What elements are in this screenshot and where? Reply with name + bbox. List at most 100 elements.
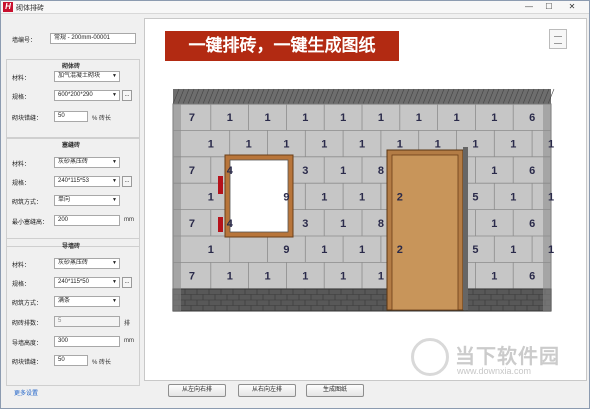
- brick-number-label: 1: [321, 244, 327, 256]
- brick-number-label: 1: [491, 218, 497, 230]
- brick-number-label: 4: [227, 165, 234, 177]
- wall-id-label: 墙编号：: [12, 38, 37, 44]
- brick-number-label: 5: [472, 191, 478, 203]
- masonry-group-title: 砌体砖: [61, 64, 80, 70]
- brick-number-label: 8: [378, 165, 384, 177]
- generate-drawing-button[interactable]: 生成图纸: [306, 384, 364, 397]
- watermark-url: www.downxia.com: [457, 366, 532, 376]
- brick-number-label: 1: [435, 139, 441, 151]
- brick-number-label: 1: [548, 139, 554, 151]
- close-button[interactable]: ✕: [559, 2, 585, 12]
- brick-number-label: 7: [189, 165, 195, 177]
- wall-id-row: 墙编号： 常规 - 200mm-00001: [4, 33, 142, 45]
- guide-material-select[interactable]: 灰砂蒸压砖 ▼: [54, 258, 120, 269]
- masonry-offset-label: 砌块错缝：: [12, 116, 43, 122]
- left-edge-shade: [173, 104, 181, 311]
- guide-spec-browse-button[interactable]: ...: [122, 277, 132, 288]
- masonry-offset-unit: % 砖长: [92, 116, 112, 122]
- app-logo-icon: H: [3, 2, 13, 12]
- top-spec-select[interactable]: 240*115*53 ▼: [54, 176, 120, 187]
- guide-offset-input[interactable]: 50: [54, 355, 88, 366]
- brick-number-label: 1: [302, 271, 308, 283]
- brick-number-label: 1: [321, 139, 327, 151]
- brick-number-label: 1: [302, 112, 308, 124]
- guide-spec-select[interactable]: 240*115*50 ▼: [54, 277, 120, 288]
- masonry-offset-input[interactable]: 50: [54, 111, 88, 122]
- brick-number-label: 1: [321, 191, 327, 203]
- brick-number-label: 1: [265, 112, 271, 124]
- brick-number-label: 6: [529, 271, 535, 283]
- brick-number-label: 1: [340, 271, 346, 283]
- brick-number-label: 1: [227, 271, 233, 283]
- brick-number-label: 1: [548, 191, 554, 203]
- brick-number-label: 6: [529, 218, 535, 230]
- guide-offset-label: 砌块错缝：: [12, 360, 43, 366]
- right-edge-shade: [543, 104, 551, 311]
- top-brick-group-title: 塞缝砖: [61, 143, 80, 149]
- chevron-down-icon: ▼: [112, 178, 117, 184]
- brick-number-label: 5: [472, 244, 478, 256]
- brick-number-label: 4: [227, 218, 234, 230]
- masonry-spec-select[interactable]: 600*200*290 ▼: [54, 90, 120, 101]
- top-method-row: 砌筑方式： 单向 ▼: [4, 195, 142, 207]
- brick-number-label: 1: [340, 218, 346, 230]
- guide-rows-input[interactable]: 5: [54, 316, 120, 327]
- brick-number-label: 1: [208, 139, 214, 151]
- more-settings-link[interactable]: 更多设置: [14, 388, 38, 397]
- arrange-left-to-right-button[interactable]: 从左向右排: [168, 384, 226, 397]
- brick-number-label: 1: [208, 191, 214, 203]
- brick-number-label: 1: [548, 244, 554, 256]
- preview-canvas: 一键排砖，一键生成图纸 711111111611111111117431 8 1…: [144, 18, 587, 381]
- guide-material-row: 材料： 灰砂蒸压砖 ▼: [4, 258, 142, 270]
- guide-rows-unit: 排: [124, 321, 131, 327]
- guide-spec-label: 规格：: [12, 282, 31, 288]
- top-method-select[interactable]: 单向 ▼: [54, 195, 120, 206]
- brick-number-label: 2: [397, 244, 403, 256]
- brick-number-label: 1: [378, 271, 384, 283]
- arrange-right-to-left-button[interactable]: 从右向左排: [238, 384, 296, 397]
- maximize-button[interactable]: ☐: [541, 2, 557, 12]
- masonry-spec-browse-button[interactable]: ...: [122, 90, 132, 101]
- brick-number-label: 1: [472, 139, 478, 151]
- chevron-down-icon: ▼: [112, 298, 117, 304]
- brick-number-label: 1: [416, 112, 422, 124]
- masonry-material-select[interactable]: 加气混凝土砌块 ▼: [54, 71, 120, 82]
- brick-number-label: 1: [510, 244, 516, 256]
- top-material-row: 材料： 灰砂蒸压砖 ▼: [4, 157, 142, 169]
- top-material-select[interactable]: 灰砂蒸压砖 ▼: [54, 157, 120, 168]
- watermark: 当下软件园 www.downxia.com: [411, 336, 571, 396]
- brick-number-label: 8: [378, 218, 384, 230]
- brick-number-label: 7: [189, 112, 195, 124]
- guide-brick-group-title: 导墙砖: [61, 244, 80, 250]
- brick-number-label: 7: [189, 271, 195, 283]
- chevron-down-icon: ▼: [112, 197, 117, 203]
- masonry-spec-label: 规格：: [12, 95, 31, 101]
- guide-offset-row: 砌块错缝： 50 % 砖长: [4, 355, 142, 367]
- main-window: H 砌体排砖 — ☐ ✕ 墙编号： 常规 - 200mm-00001 砌体砖 材…: [0, 0, 590, 409]
- wall-id-field[interactable]: 常规 - 200mm-00001: [50, 33, 136, 44]
- chevron-down-icon: ▼: [112, 279, 117, 285]
- guide-spec-row: 规格： 240*115*50 ▼ ...: [4, 277, 142, 289]
- brick-number-label: 1: [246, 139, 252, 151]
- top-min-height-input[interactable]: 200: [54, 215, 120, 226]
- brick-number-label: 1: [340, 165, 346, 177]
- title-bar: H 砌体排砖 — ☐ ✕: [1, 1, 589, 14]
- masonry-spec-row: 规格： 600*200*290 ▼ ...: [4, 90, 142, 102]
- settings-panel: 墙编号： 常规 - 200mm-00001 砌体砖 材料： 加气混凝土砌块 ▼ 规…: [4, 19, 142, 404]
- brick-number-label: 1: [340, 112, 346, 124]
- brick-number-label: 1: [208, 244, 214, 256]
- top-spec-browse-button[interactable]: ...: [122, 176, 132, 187]
- guide-method-row: 砌筑方式： 满条 ▼: [4, 296, 142, 308]
- guide-rows-row: 砌砖排数： 5 排: [4, 316, 142, 328]
- brick-number-label: 1: [397, 139, 403, 151]
- brick-number-label: 9: [283, 191, 289, 203]
- minimize-button[interactable]: —: [521, 2, 537, 12]
- brick-number-label: 9: [283, 244, 289, 256]
- brick-number-label: 1: [491, 112, 497, 124]
- guide-height-input[interactable]: 300: [54, 336, 120, 347]
- top-spec-row: 规格： 240*115*53 ▼ ...: [4, 176, 142, 188]
- chevron-down-icon: ▼: [112, 260, 117, 266]
- guide-rows-label: 砌砖排数：: [12, 321, 43, 327]
- guide-method-select[interactable]: 满条 ▼: [54, 296, 120, 307]
- door-panel: [391, 154, 459, 311]
